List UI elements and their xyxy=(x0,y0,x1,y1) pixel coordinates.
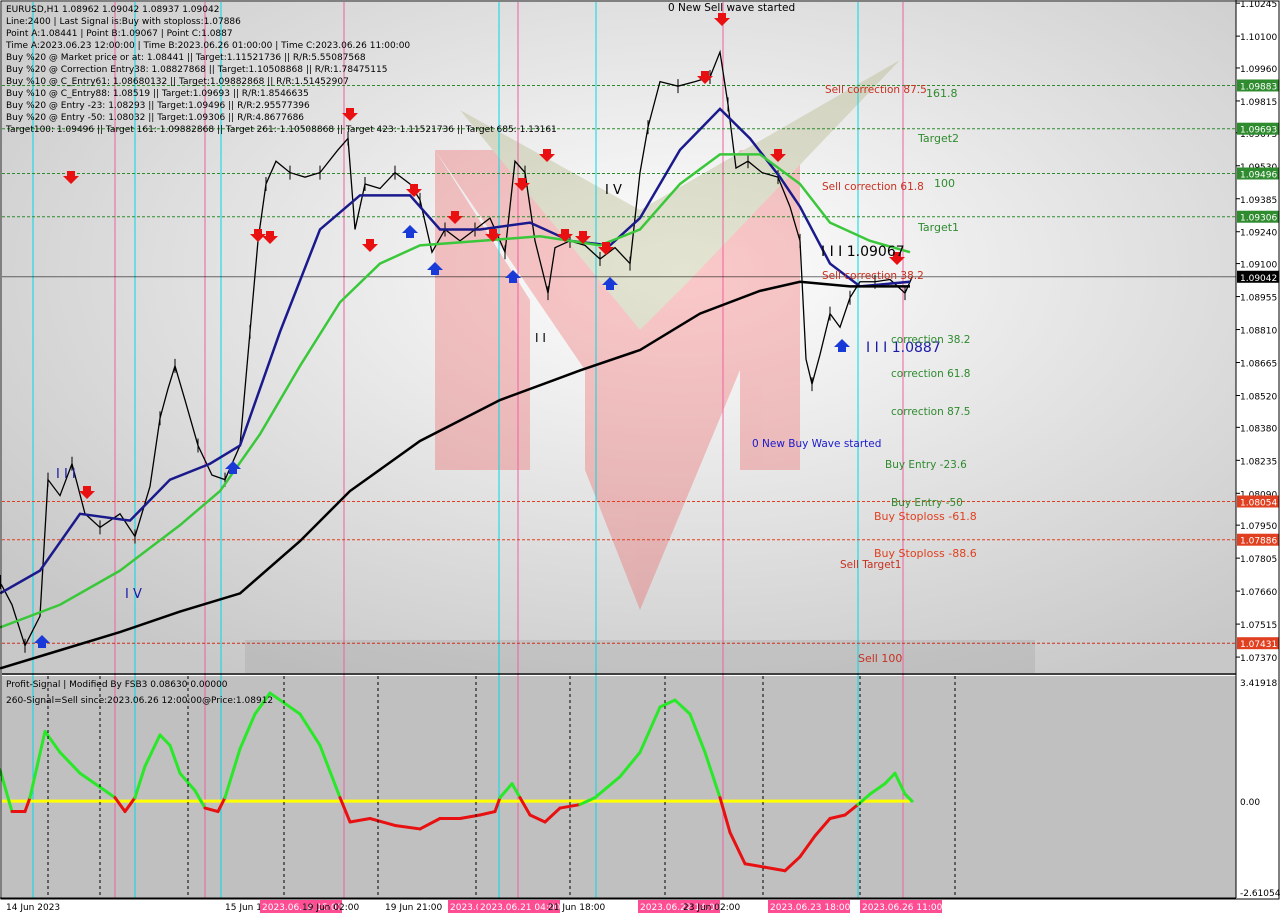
price-level-label: 100 xyxy=(934,177,955,190)
x-tick-label: 19 Jun 21:00 xyxy=(385,903,442,913)
info-line: Line:2400 | Last Signal is:Buy with stop… xyxy=(6,17,241,27)
price-badge-label: 1.07431 xyxy=(1240,640,1277,650)
x-tick-label: 2023.06.23 18:00 xyxy=(770,903,851,913)
info-line: Time A:2023.06.23 12:00:00 | Time B:2023… xyxy=(6,41,411,51)
y-tick-label: 1.08810 xyxy=(1240,327,1277,337)
x-tick-label: 2023.06.26 11:00 xyxy=(862,903,943,913)
chart-annotation: correction 38.2 xyxy=(891,334,970,346)
y-tick-label: 1.08665 xyxy=(1240,360,1277,370)
price-level-label: Target1 xyxy=(917,221,959,234)
price-badge-label: 1.09883 xyxy=(1240,82,1277,92)
chart-annotation: Sell Target1 xyxy=(840,559,901,571)
wave-label: I V xyxy=(125,587,142,602)
y-tick-label: 1.09815 xyxy=(1240,98,1277,108)
x-tick-label: 23 Jun 02:00 xyxy=(683,903,740,913)
chart-annotation: Buy Entry -50 xyxy=(891,497,963,509)
y-tick-label: 1.08380 xyxy=(1240,424,1277,434)
chart-annotation: Buy Entry -23.6 xyxy=(885,459,967,471)
y-tick-label: 1.07805 xyxy=(1240,555,1277,565)
info-line: Buy %10 @ C_Entry61: 1.08680132 || Targe… xyxy=(6,77,349,87)
oscillator-background xyxy=(2,676,1236,898)
chart-annotation: 0 New Buy Wave started xyxy=(752,438,881,450)
y-tick-label: 1.09960 xyxy=(1240,65,1277,75)
y-tick-label: 1.07660 xyxy=(1240,588,1277,598)
wave-label: I V xyxy=(605,183,622,198)
info-line: Point A:1.08441 | Point B:1.09067 | Poin… xyxy=(6,29,233,39)
info-line: Buy %20 @ Entry -23: 1.08293 || Target:1… xyxy=(6,101,310,111)
y-tick-label: 1.10100 xyxy=(1240,33,1277,43)
price-chart[interactable]: 161.8 Target2 100 Target1 Buy Stoploss -61.8… xyxy=(0,0,1280,920)
info-panel: EURUSD,H1 1.08962 1.09042 1.08937 1.0904… xyxy=(6,4,557,136)
price-level-label: 161.8 xyxy=(926,87,958,100)
info-line: Buy %20 @ Market price or at: 1.08441 ||… xyxy=(6,53,366,63)
info-line: Buy %20 @ Correction Entry38: 1.08827868… xyxy=(6,65,388,75)
y-tick-label: 1.08235 xyxy=(1240,457,1277,467)
price-badge-label: 1.08054 xyxy=(1240,498,1277,508)
chart-annotation: correction 61.8 xyxy=(891,368,970,380)
y-tick-label: 1.07950 xyxy=(1240,522,1277,532)
price-level-label: Sell 100 xyxy=(858,652,902,665)
x-tick-label: 14 Jun 2023 xyxy=(6,903,60,913)
osc-tick-label: 0.00 xyxy=(1240,798,1260,808)
x-tick-label: 21 Jun 18:00 xyxy=(548,903,605,913)
info-line: Buy %20 @ Entry -50: 1.08032 || Target:1… xyxy=(6,113,305,123)
chart-annotation: 0 New Sell wave started xyxy=(668,2,795,14)
y-tick-label: 1.09100 xyxy=(1240,261,1277,271)
y-tick-label: 1.10245 xyxy=(1240,0,1277,10)
chart-window: 161.8 Target2 100 Target1 Buy Stoploss -61.8… xyxy=(0,0,1280,920)
chart-annotation: Sell correction 38.2 xyxy=(822,270,924,282)
price-badge-label: 1.09496 xyxy=(1240,171,1277,181)
osc-tick-label: 3.41918 xyxy=(1240,679,1277,689)
info-line: Buy %10 @ C_Entry88: 1.08519 || Target:1… xyxy=(6,89,309,99)
oscillator-signal-text: 260-Signal=Sell since:2023.06.26 12:00:0… xyxy=(6,696,274,706)
watermark-bar xyxy=(245,640,1035,673)
info-line: EURUSD,H1 1.08962 1.09042 1.08937 1.0904… xyxy=(6,5,220,15)
chart-annotation: Sell correction 87.5 xyxy=(825,84,927,96)
price-badge-label: 1.09306 xyxy=(1240,214,1277,224)
x-tick-label: 19 Jun 02:00 xyxy=(302,903,359,913)
oscillator-title: Profit-Signal | Modified By FSB3 0.08630… xyxy=(6,680,228,690)
y-tick-label: 1.07370 xyxy=(1240,654,1277,664)
y-tick-label: 1.09240 xyxy=(1240,229,1277,239)
y-tick-label: 1.07515 xyxy=(1240,621,1277,631)
info-line: Target100: 1.09496 || Target 161: 1.0988… xyxy=(6,125,557,135)
chart-annotation: I I I 1.09067 xyxy=(821,244,905,260)
y-tick-label: 1.08955 xyxy=(1240,294,1277,304)
price-badge-label: 1.09693 xyxy=(1240,126,1277,136)
chart-annotation: Sell correction 61.8 xyxy=(822,181,924,193)
price-level-label: Buy Stoploss -61.8 xyxy=(874,510,977,523)
wave-label: I I xyxy=(535,331,546,345)
price-level-label: Target2 xyxy=(917,132,959,145)
chart-annotation: correction 87.5 xyxy=(891,406,970,418)
wave-label: I I I xyxy=(56,467,76,482)
y-tick-label: 1.09385 xyxy=(1240,196,1277,206)
price-badge-label: 1.09042 xyxy=(1240,274,1277,284)
oscillator-info: Profit-Signal | Modified By FSB3 0.08630… xyxy=(6,677,273,709)
y-tick-label: 1.08520 xyxy=(1240,393,1277,403)
osc-tick-label: -2.61054 xyxy=(1240,889,1280,899)
price-badge-label: 1.07886 xyxy=(1240,537,1277,547)
